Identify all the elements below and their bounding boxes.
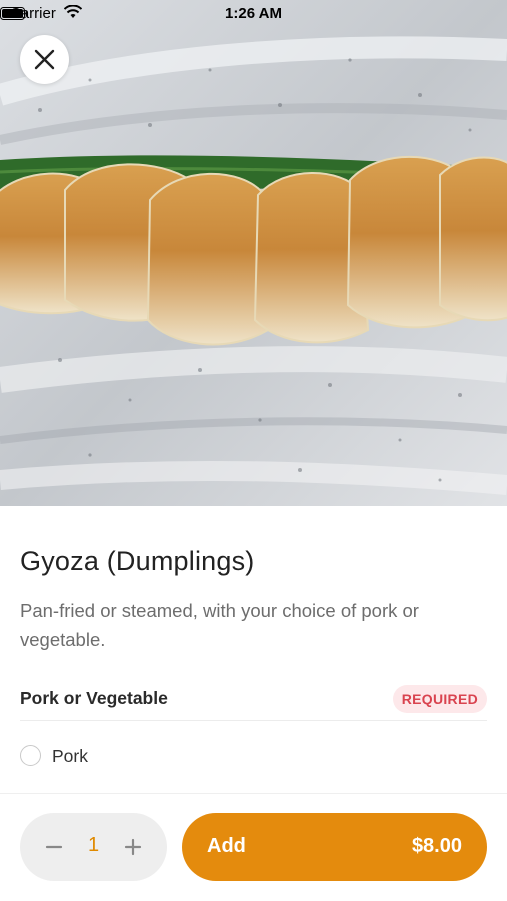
hero-image: Carrier 1:26 AM xyxy=(0,0,507,506)
dumplings-photo xyxy=(0,0,507,506)
add-button-label: Add xyxy=(207,835,246,857)
item-title: Gyoza (Dumplings) xyxy=(20,546,255,576)
quantity-stepper: 1 xyxy=(20,813,167,881)
add-to-cart-button[interactable]: Add $8.00 xyxy=(182,813,487,881)
battery-icon xyxy=(0,7,28,20)
close-icon xyxy=(34,49,55,70)
required-badge: REQUIRED xyxy=(392,685,487,713)
status-bar: Carrier 1:26 AM xyxy=(0,0,507,28)
item-description: Pan-fried or steamed, with your choice o… xyxy=(20,600,419,650)
footer-bar: 1 Add $8.00 xyxy=(0,793,507,901)
plus-icon[interactable] xyxy=(117,831,149,863)
radio-button[interactable] xyxy=(20,745,41,766)
divider xyxy=(20,720,487,721)
option-group-title: Pork or Vegetable xyxy=(20,688,168,708)
option-label: Pork xyxy=(52,746,88,766)
add-button-price: $8.00 xyxy=(411,835,462,857)
close-button[interactable] xyxy=(20,35,69,84)
clock: 1:26 AM xyxy=(225,5,282,22)
